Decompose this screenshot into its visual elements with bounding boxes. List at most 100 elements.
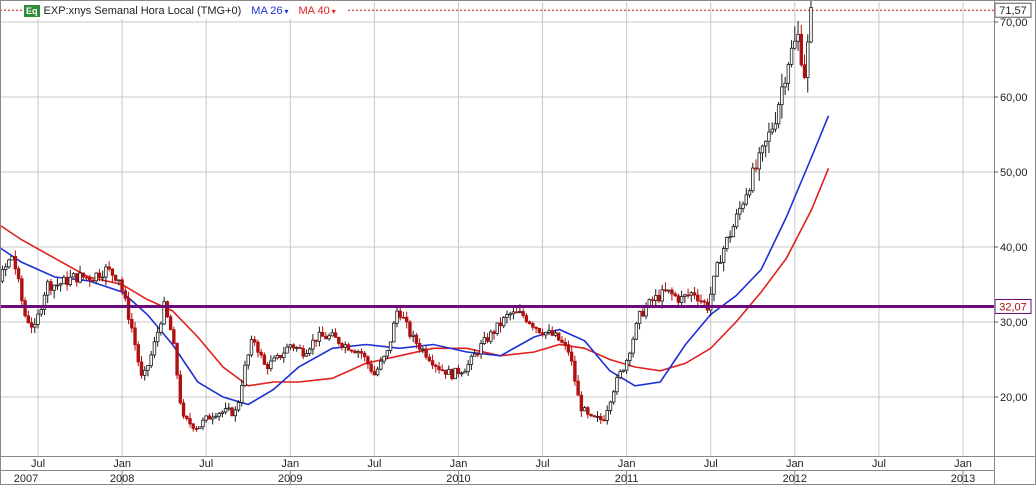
instrument-title: EXP:xnys Semanal Hora Local (TMG+0) xyxy=(44,5,242,17)
candle-down xyxy=(176,343,179,375)
candle-up xyxy=(781,87,784,105)
candle-down xyxy=(169,317,172,330)
x-month-label: Jan xyxy=(786,458,804,470)
candle-up xyxy=(794,41,797,48)
candle-up xyxy=(774,124,777,129)
candle-up xyxy=(768,132,771,141)
candle-up xyxy=(680,297,683,303)
candle-up xyxy=(289,345,292,347)
candle-down xyxy=(134,328,137,345)
chart-legend: Eq EXP:xnys Semanal Hora Local (TMG+0) M… xyxy=(24,3,346,19)
candle-up xyxy=(11,256,14,260)
candle-down xyxy=(425,349,428,357)
x-year-label: 2009 xyxy=(278,473,302,485)
candle-up xyxy=(509,314,512,315)
candle-down xyxy=(587,408,590,415)
x-month-label: Jul xyxy=(199,458,213,470)
candle-down xyxy=(66,277,69,284)
candle-up xyxy=(143,370,146,375)
candle-down xyxy=(179,375,182,403)
equity-badge[interactable]: Eq xyxy=(24,5,40,17)
candle-up xyxy=(784,83,787,87)
x-month-label: Jan xyxy=(450,458,468,470)
candle-down xyxy=(696,295,699,301)
y-tick-label: 50,00 xyxy=(1000,167,1028,179)
candle-down xyxy=(574,361,577,381)
candle-up xyxy=(519,311,522,312)
candle-up xyxy=(205,416,208,420)
candle-up xyxy=(224,409,227,413)
candle-down xyxy=(577,381,580,395)
candle-down xyxy=(341,343,344,347)
candle-down xyxy=(166,302,169,317)
candle-down xyxy=(570,352,573,361)
candle-down xyxy=(399,311,402,317)
candle-up xyxy=(464,372,467,373)
candle-down xyxy=(108,267,111,269)
candle-down xyxy=(373,371,376,375)
candle-down xyxy=(402,317,405,318)
candle-down xyxy=(88,277,91,280)
candle-down xyxy=(664,290,667,291)
candle-up xyxy=(764,141,767,146)
x-year-label: 2013 xyxy=(951,473,975,485)
x-month-label: Jan xyxy=(113,458,131,470)
ma26-dropdown-icon[interactable]: ▾ xyxy=(284,7,288,16)
candle-up xyxy=(638,311,641,323)
candle-down xyxy=(803,65,806,78)
candle-up xyxy=(810,7,813,42)
candle-down xyxy=(409,322,412,336)
y-tick-label: 70,00 xyxy=(1000,17,1028,29)
candle-up xyxy=(276,355,279,358)
candle-up xyxy=(667,290,670,291)
candle-up xyxy=(270,361,273,369)
candle-down xyxy=(599,416,602,419)
candle-down xyxy=(457,368,460,373)
ma40-dropdown-icon[interactable]: ▾ xyxy=(332,7,336,16)
candle-up xyxy=(745,195,748,204)
support-price-label: 32,07 xyxy=(999,301,1027,313)
candle-down xyxy=(185,416,188,418)
candle-up xyxy=(46,282,49,295)
x-month-label: Jan xyxy=(281,458,299,470)
candle-down xyxy=(642,311,645,316)
candle-down xyxy=(279,355,282,357)
candle-up xyxy=(609,402,612,410)
candle-up xyxy=(250,340,253,355)
candle-down xyxy=(444,370,447,374)
candle-up xyxy=(380,361,383,369)
candle-down xyxy=(567,345,570,353)
candle-up xyxy=(147,366,150,371)
candle-up xyxy=(308,349,311,353)
candle-up xyxy=(635,323,638,339)
y-tick-label: 60,00 xyxy=(1000,92,1028,104)
candle-up xyxy=(386,351,389,357)
candle-down xyxy=(121,280,124,291)
candle-down xyxy=(486,338,489,342)
candle-up xyxy=(761,146,764,153)
candle-down xyxy=(347,345,350,350)
candle-up xyxy=(412,335,415,336)
candle-up xyxy=(240,385,243,402)
candle-down xyxy=(541,333,544,335)
x-month-label: Jan xyxy=(954,458,972,470)
candle-down xyxy=(182,403,185,416)
candle-up xyxy=(622,370,625,371)
candle-up xyxy=(454,368,457,378)
ma40-label[interactable]: MA 40 xyxy=(299,5,330,17)
candle-up xyxy=(616,378,619,392)
candle-up xyxy=(460,373,463,374)
candle-down xyxy=(334,333,337,338)
ma26-label[interactable]: MA 26 xyxy=(251,5,282,17)
candle-down xyxy=(415,335,418,343)
candle-up xyxy=(645,307,648,316)
candle-up xyxy=(625,360,628,370)
candle-up xyxy=(33,324,36,327)
candle-up xyxy=(118,280,121,281)
y-tick-label: 20,00 xyxy=(1000,392,1028,404)
candle-down xyxy=(315,340,318,341)
candle-up xyxy=(797,34,800,41)
candle-down xyxy=(671,290,674,294)
chart-root: 32,0771,57 70,0060,0050,0040,0030,0020,0… xyxy=(0,0,1036,485)
candle-up xyxy=(447,370,450,375)
